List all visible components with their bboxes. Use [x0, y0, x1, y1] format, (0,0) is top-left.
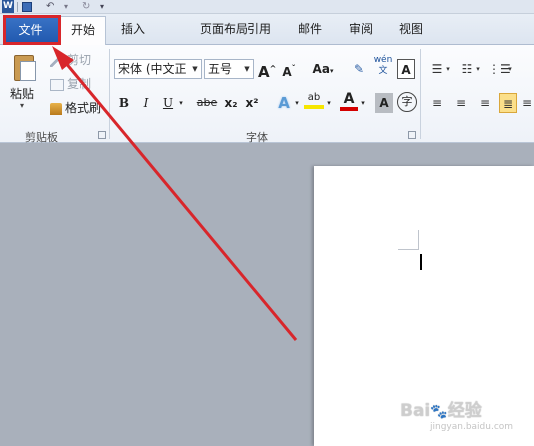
watermark-logo: Bai🐾经验 — [400, 401, 482, 421]
watermark-url: jingyan.baidu.com — [430, 422, 514, 432]
annotation-arrow-icon — [52, 46, 298, 341]
watermark-brand: Bai — [400, 401, 431, 421]
watermark-brand-suffix: 经验 — [447, 401, 482, 421]
